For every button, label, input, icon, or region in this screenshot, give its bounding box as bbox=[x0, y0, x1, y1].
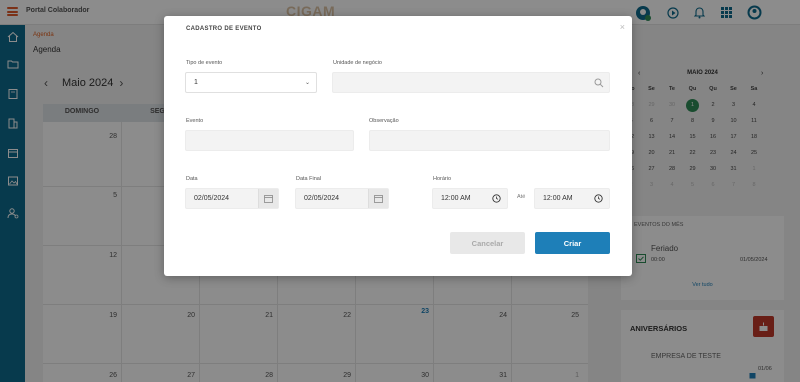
modal-title: CADASTRO DE EVENTO bbox=[186, 26, 262, 32]
tipo-evento-select[interactable]: 1 ⌄ bbox=[185, 72, 317, 93]
hora-fim-value: 12:00 AM bbox=[543, 195, 573, 202]
event-modal: CADASTRO DE EVENTO × Tipo de evento 1 ⌄ … bbox=[164, 16, 632, 276]
calendar-picker-icon[interactable] bbox=[368, 189, 388, 208]
clock-icon[interactable] bbox=[594, 194, 603, 205]
data-label: Data bbox=[186, 176, 198, 182]
calendar-picker-icon[interactable] bbox=[258, 189, 278, 208]
unidade-negocio-label: Unidade de negócio bbox=[333, 60, 382, 66]
observacao-label: Observação bbox=[369, 118, 399, 124]
hora-fim-input[interactable]: 12:00 AM bbox=[534, 188, 610, 209]
create-button[interactable]: Criar bbox=[535, 232, 610, 254]
data-value: 02/05/2024 bbox=[194, 195, 230, 202]
data-final-value: 02/05/2024 bbox=[304, 195, 340, 202]
search-icon[interactable] bbox=[594, 78, 604, 88]
data-final-input[interactable]: 02/05/2024 bbox=[295, 188, 389, 209]
unidade-negocio-input[interactable] bbox=[332, 72, 610, 93]
data-final-label: Data Final bbox=[296, 176, 322, 182]
evento-label: Evento bbox=[186, 118, 204, 124]
cancel-button[interactable]: Cancelar bbox=[450, 232, 525, 254]
evento-input[interactable] bbox=[185, 130, 354, 151]
tipo-evento-value: 1 bbox=[194, 79, 198, 86]
hora-inicio-value: 12:00 AM bbox=[441, 195, 471, 202]
data-input[interactable]: 02/05/2024 bbox=[185, 188, 279, 209]
ate-label: Até bbox=[517, 194, 526, 200]
hora-inicio-input[interactable]: 12:00 AM bbox=[432, 188, 508, 209]
chevron-down-icon: ⌄ bbox=[304, 80, 310, 86]
horario-label: Horário bbox=[433, 176, 452, 182]
close-icon[interactable]: × bbox=[620, 22, 625, 32]
observacao-input[interactable] bbox=[369, 130, 610, 151]
clock-icon[interactable] bbox=[492, 194, 501, 205]
tipo-evento-label: Tipo de evento bbox=[186, 60, 223, 66]
